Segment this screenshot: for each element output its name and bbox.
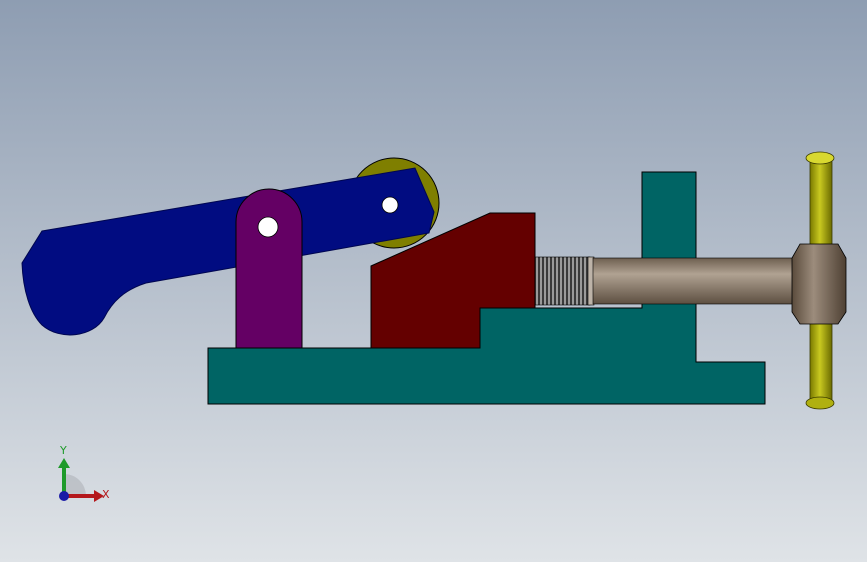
coordinate-triad: Y X	[58, 444, 110, 502]
tommy-bar-upper[interactable]	[809, 159, 833, 247]
tommy-bar-cap-top	[805, 151, 835, 165]
screw-shaft[interactable]	[592, 257, 801, 305]
tommy-bar-cap-bottom	[805, 396, 835, 410]
y-axis-label: Y	[59, 444, 67, 457]
lever-pivot-hole	[381, 196, 399, 214]
tommy-bar-lower[interactable]	[809, 315, 833, 403]
pivot-link-hole	[257, 216, 279, 238]
y-axis-arrowhead	[58, 458, 70, 468]
z-axis-dot	[59, 491, 69, 501]
pivot-link[interactable]	[235, 188, 303, 349]
graphics-viewport[interactable]: Y X	[0, 0, 867, 562]
x-axis-label: X	[102, 488, 110, 501]
screw-knob[interactable]	[791, 243, 847, 325]
cad-model-scene[interactable]	[0, 0, 867, 562]
screw-thread	[534, 256, 591, 306]
